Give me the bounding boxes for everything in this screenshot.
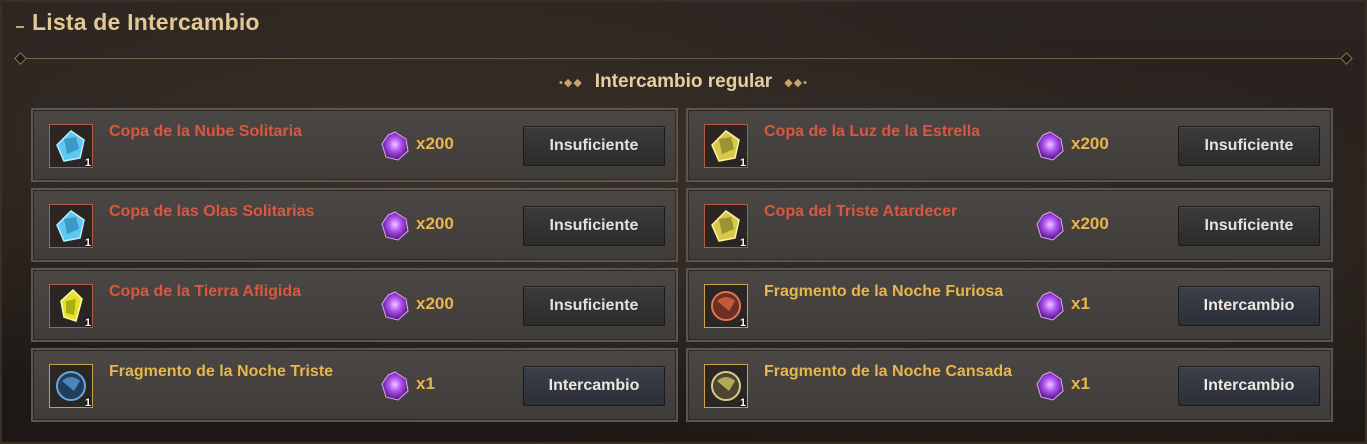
exchange-row: 1 Fragmento de la Noche Triste x1 Intercamb… bbox=[31, 348, 678, 422]
item-slot[interactable]: 1 bbox=[704, 124, 748, 169]
item-name: Fragmento de la Noche Furiosa bbox=[764, 283, 1004, 300]
divider-diamond-icon bbox=[14, 52, 27, 65]
purple-gem-currency-icon bbox=[1034, 130, 1066, 162]
exchange-row: 1 Copa del Triste Atardecer x200 Insuficien… bbox=[686, 188, 1333, 262]
exchange-list-panel: Lista de Intercambio •◆◆ Intercambio reg… bbox=[0, 0, 1367, 444]
item-slot[interactable]: 1 bbox=[49, 284, 93, 329]
section-title: Intercambio regular bbox=[594, 71, 773, 92]
exchange-button[interactable]: Intercambio bbox=[523, 366, 665, 406]
exchange-row: 1 Fragmento de la Noche Cansada x1 Intercam… bbox=[686, 348, 1333, 422]
item-quantity: 1 bbox=[739, 237, 746, 249]
item-cost: x200 bbox=[416, 294, 454, 313]
item-slot[interactable]: 1 bbox=[704, 204, 748, 249]
purple-gem-currency-icon bbox=[1034, 290, 1066, 322]
window-title: Lista de Intercambio bbox=[32, 8, 260, 35]
item-cost: x1 bbox=[1071, 294, 1090, 313]
item-quantity: 1 bbox=[84, 237, 91, 249]
item-cost: x1 bbox=[1071, 374, 1090, 393]
exchange-button[interactable]: Intercambio bbox=[1178, 286, 1320, 326]
item-slot[interactable]: 1 bbox=[49, 124, 93, 169]
insufficient-button[interactable]: Insuficiente bbox=[523, 286, 665, 326]
title-divider bbox=[24, 58, 1343, 59]
purple-gem-currency-icon bbox=[379, 290, 411, 322]
item-name: Copa de las Olas Solitarias bbox=[109, 203, 315, 220]
item-cost: x200 bbox=[1071, 214, 1109, 233]
insufficient-button[interactable]: Insuficiente bbox=[523, 206, 665, 246]
purple-gem-currency-icon bbox=[1034, 210, 1066, 242]
item-name: Fragmento de la Noche Triste bbox=[109, 363, 334, 380]
item-quantity: 1 bbox=[84, 157, 91, 169]
ornament-right-icon: ◆◆• bbox=[784, 76, 808, 89]
section-header: •◆◆ Intercambio regular ◆◆• bbox=[2, 68, 1365, 96]
purple-gem-currency-icon bbox=[1034, 370, 1066, 402]
item-cost: x200 bbox=[1071, 134, 1109, 153]
collapse-icon[interactable] bbox=[16, 26, 24, 28]
item-slot[interactable]: 1 bbox=[704, 284, 748, 329]
exchange-row: 1 Copa de la Nube Solitaria x200 Insuficien… bbox=[31, 108, 678, 182]
item-slot[interactable]: 1 bbox=[49, 364, 93, 409]
purple-gem-currency-icon bbox=[379, 370, 411, 402]
exchange-row: 1 Copa de la Tierra Afligida x200 Insuficie… bbox=[31, 268, 678, 342]
exchange-row: 1 Fragmento de la Noche Furiosa x1 Intercam… bbox=[686, 268, 1333, 342]
item-quantity: 1 bbox=[84, 397, 91, 409]
divider-diamond-icon bbox=[1340, 52, 1353, 65]
item-quantity: 1 bbox=[739, 157, 746, 169]
item-cost: x200 bbox=[416, 134, 454, 153]
item-cost: x1 bbox=[416, 374, 435, 393]
item-name: Copa de la Tierra Afligida bbox=[109, 283, 302, 300]
title-bar: Lista de Intercambio bbox=[16, 6, 260, 38]
item-cost: x200 bbox=[416, 214, 454, 233]
item-name: Fragmento de la Noche Cansada bbox=[764, 363, 1013, 380]
item-slot[interactable]: 1 bbox=[49, 204, 93, 249]
item-name: Copa de la Luz de la Estrella bbox=[764, 123, 981, 140]
purple-gem-currency-icon bbox=[379, 130, 411, 162]
insufficient-button[interactable]: Insuficiente bbox=[523, 126, 665, 166]
item-quantity: 1 bbox=[739, 397, 746, 409]
insufficient-button[interactable]: Insuficiente bbox=[1178, 206, 1320, 246]
item-quantity: 1 bbox=[84, 317, 91, 329]
item-quantity: 1 bbox=[739, 317, 746, 329]
exchange-button[interactable]: Intercambio bbox=[1178, 366, 1320, 406]
ornament-left-icon: •◆◆ bbox=[559, 76, 583, 89]
exchange-row: 1 Copa de la Luz de la Estrella x200 Insufi… bbox=[686, 108, 1333, 182]
item-name: Copa de la Nube Solitaria bbox=[109, 123, 302, 140]
item-name: Copa del Triste Atardecer bbox=[764, 203, 958, 220]
item-slot[interactable]: 1 bbox=[704, 364, 748, 409]
exchange-row: 1 Copa de las Olas Solitarias x200 Insufici… bbox=[31, 188, 678, 262]
insufficient-button[interactable]: Insuficiente bbox=[1178, 126, 1320, 166]
purple-gem-currency-icon bbox=[379, 210, 411, 242]
